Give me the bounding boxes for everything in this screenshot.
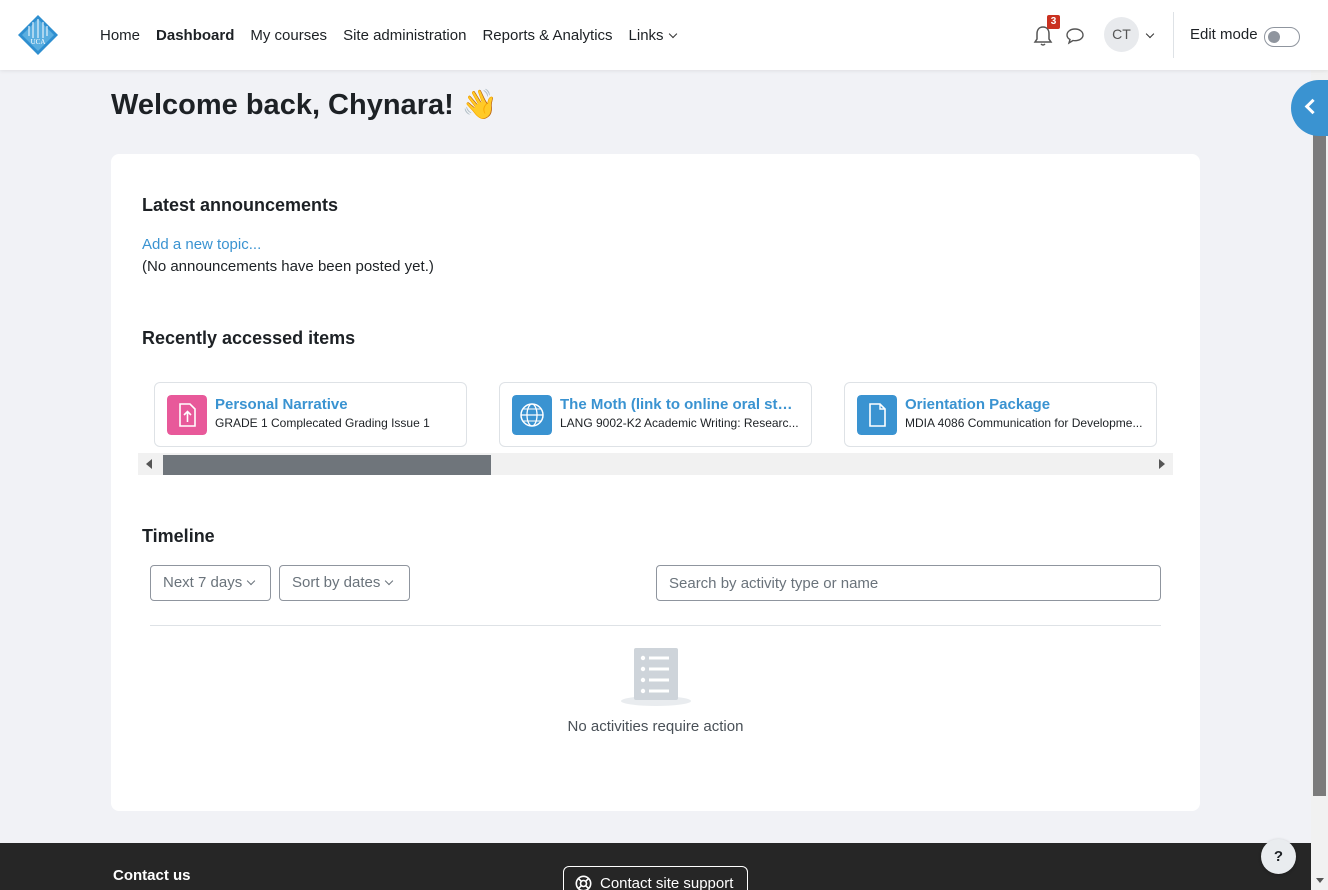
page-title: Welcome back, Chynara! 👋: [111, 89, 498, 121]
nav-links-dropdown[interactable]: Links: [628, 26, 677, 44]
recent-item[interactable]: Orientation Package MDIA 4086 Communicat…: [844, 382, 1157, 447]
chevron-down-icon: [246, 576, 256, 586]
nav-reports-analytics[interactable]: Reports & Analytics: [482, 27, 612, 44]
chevron-down-icon: [668, 29, 677, 38]
recent-item[interactable]: The Moth (link to online oral stori... L…: [499, 382, 812, 447]
edit-mode-label: Edit mode: [1190, 26, 1258, 43]
announcements-heading: Latest announcements: [142, 195, 339, 215]
recent-items-carousel: Personal Narrative GRADE 1 Complecated G…: [138, 376, 1173, 476]
file-icon: [857, 395, 897, 435]
recent-item[interactable]: Personal Narrative GRADE 1 Complecated G…: [154, 382, 467, 447]
page-footer: Contact us Contact site support: [0, 843, 1311, 890]
nav-links-label: Links: [628, 26, 664, 44]
recent-item-title[interactable]: Personal Narrative: [215, 396, 455, 413]
footer-contact-heading: Contact us: [113, 867, 191, 884]
assignment-upload-icon: [167, 395, 207, 435]
nav-site-administration[interactable]: Site administration: [343, 27, 466, 44]
globe-url-icon: [512, 395, 552, 435]
recent-item-title[interactable]: The Moth (link to online oral stori...: [560, 396, 800, 413]
recent-item-course: GRADE 1 Complecated Grading Issue 1: [215, 416, 430, 430]
timeline-day-filter-select[interactable]: Next 7 days: [150, 565, 271, 601]
svg-text:UCA: UCA: [31, 38, 46, 46]
timeline-heading: Timeline: [142, 526, 215, 546]
no-announcements-text: (No announcements have been posted yet.): [142, 258, 434, 275]
notification-count-badge: 3: [1047, 15, 1060, 29]
recent-items-heading: Recently accessed items: [142, 328, 356, 348]
nav-dashboard[interactable]: Dashboard: [156, 27, 234, 44]
chevron-left-icon: [1304, 98, 1321, 115]
toggle-knob: [1268, 31, 1280, 43]
site-logo[interactable]: UCA: [17, 14, 59, 56]
messages-chat-icon[interactable]: [1065, 27, 1085, 45]
day-filter-value: Next 7 days: [163, 574, 243, 591]
dashboard-card: Latest announcements Add a new topic... …: [111, 154, 1200, 811]
top-navbar: UCA Home Dashboard My courses Site admin…: [0, 0, 1328, 70]
no-activities-text: No activities require action: [567, 718, 744, 735]
timeline-divider: [150, 625, 1161, 626]
horizontal-scroll-thumb[interactable]: [163, 455, 491, 475]
primary-navigation: Home Dashboard My courses Site administr…: [100, 0, 677, 70]
nav-my-courses[interactable]: My courses: [250, 27, 327, 44]
user-avatar[interactable]: CT: [1104, 17, 1139, 52]
open-block-drawer-button[interactable]: [1291, 80, 1328, 136]
navbar-divider: [1173, 12, 1174, 58]
scroll-right-arrow-icon[interactable]: [1159, 459, 1165, 469]
sort-value: Sort by dates: [292, 574, 381, 591]
empty-activities-icon: [621, 648, 691, 706]
help-button[interactable]: ?: [1261, 839, 1296, 874]
scroll-left-arrow-icon[interactable]: [146, 459, 152, 469]
support-button-label: Contact site support: [600, 875, 734, 890]
timeline-sort-select[interactable]: Sort by dates: [279, 565, 410, 601]
recent-items-scrollbar[interactable]: [138, 453, 1173, 475]
page-scrollbar[interactable]: [1311, 70, 1328, 890]
nav-home[interactable]: Home: [100, 27, 140, 44]
scroll-down-arrow-icon[interactable]: [1316, 878, 1324, 883]
user-menu-chevron-icon[interactable]: [1145, 29, 1155, 39]
contact-site-support-button[interactable]: Contact site support: [563, 866, 748, 890]
add-new-topic-link[interactable]: Add a new topic...: [142, 236, 261, 253]
recent-item-title[interactable]: Orientation Package: [905, 396, 1145, 413]
chevron-down-icon: [385, 576, 394, 586]
recent-item-course: LANG 9002-K2 Academic Writing: Researc..…: [560, 416, 799, 430]
scrollbar-thumb[interactable]: [1313, 118, 1326, 796]
edit-mode-toggle[interactable]: [1264, 27, 1300, 47]
recent-item-course: MDIA 4086 Communication for Developme...: [905, 416, 1143, 430]
timeline-search-input[interactable]: [656, 565, 1161, 601]
lifebuoy-icon: [575, 875, 592, 890]
